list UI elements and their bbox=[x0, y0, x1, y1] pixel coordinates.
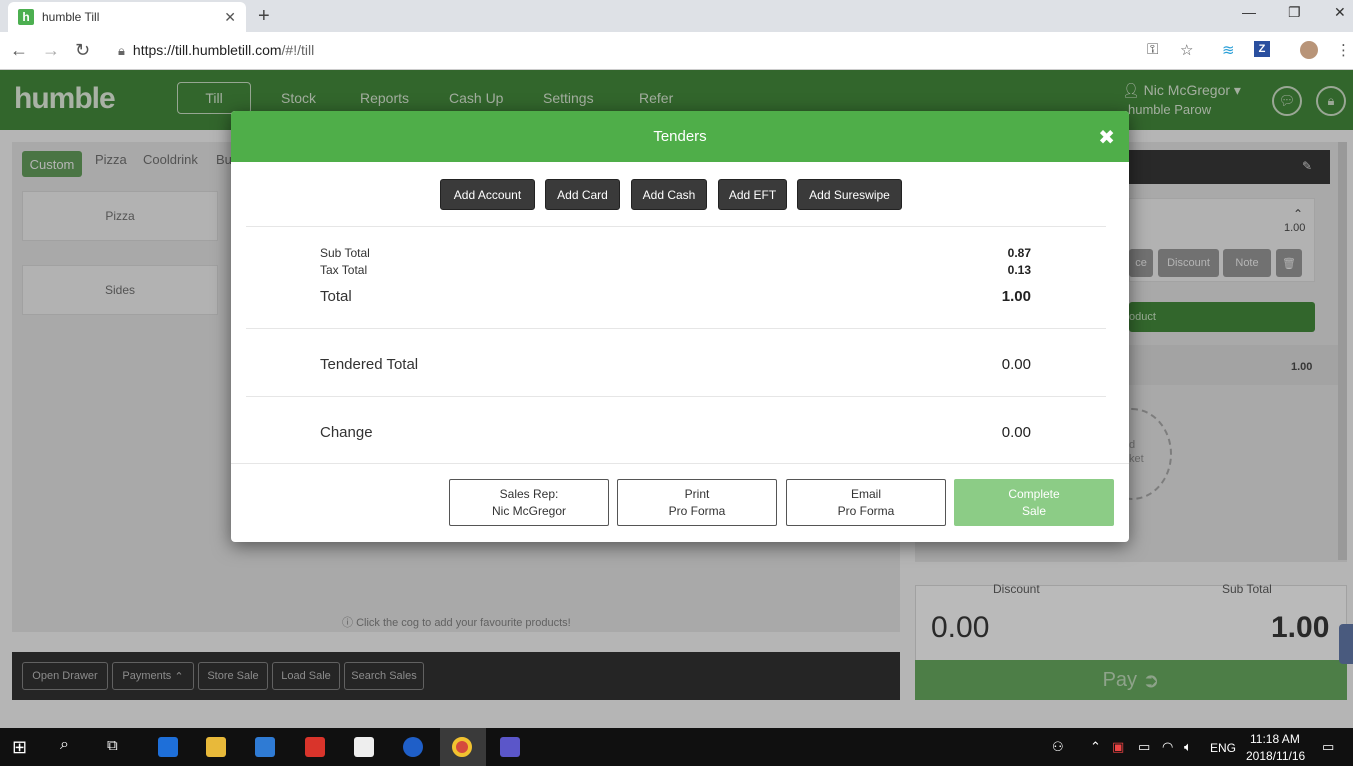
email-label: Email bbox=[850, 486, 881, 501]
search-icon[interactable]: ⌕ bbox=[60, 736, 69, 754]
divider bbox=[246, 226, 1106, 227]
change-label: Change bbox=[320, 424, 373, 441]
modal-close-icon[interactable]: ✖ bbox=[1098, 125, 1115, 150]
back-icon[interactable]: ← bbox=[10, 40, 28, 61]
volume-icon[interactable]: 🔈︎ bbox=[1184, 739, 1192, 755]
window-close-icon[interactable]: ✕ bbox=[1334, 4, 1346, 21]
add-card-button[interactable]: Add Card bbox=[545, 179, 620, 210]
windows-start-icon[interactable]: ⊞ bbox=[12, 737, 27, 758]
divider bbox=[246, 396, 1106, 397]
sub-total-label: Sub Total bbox=[320, 246, 370, 260]
url-host: https://till.humbletill.com bbox=[132, 42, 282, 58]
reader-icon[interactable] bbox=[305, 737, 325, 757]
address-bar: ← → ↻ 🔒︎ https://till.humbletill.com/#!/t… bbox=[0, 32, 1353, 70]
tendered-total-value: 0.00 bbox=[1001, 356, 1031, 373]
browser-tab-bar: h humble Till ✕ + — ❐ ✕ bbox=[0, 0, 1353, 32]
forward-icon[interactable]: → bbox=[42, 40, 60, 61]
print-label: Print bbox=[684, 486, 710, 501]
email-pro-forma-label: Pro Forma bbox=[837, 503, 895, 518]
battery-icon[interactable]: ▭ bbox=[1138, 739, 1150, 755]
edge-icon[interactable] bbox=[158, 737, 178, 757]
favicon-icon: h bbox=[18, 9, 34, 25]
people-icon[interactable]: ⚇ bbox=[1052, 739, 1064, 755]
footer-divider bbox=[231, 463, 1129, 464]
restore-icon[interactable]: ❐ bbox=[1288, 4, 1301, 21]
tab-title: humble Till bbox=[42, 10, 100, 24]
complete-label: Complete bbox=[1008, 486, 1060, 501]
profile-avatar-icon[interactable] bbox=[1300, 41, 1318, 59]
antivirus-icon[interactable]: ▣ bbox=[1112, 739, 1124, 755]
minimize-icon[interactable]: — bbox=[1242, 4, 1256, 20]
file-explorer-icon[interactable] bbox=[206, 737, 226, 757]
print-pro-forma-label: Pro Forma bbox=[668, 503, 726, 518]
tax-total-value: 0.13 bbox=[1007, 263, 1031, 277]
tenders-modal: Tenders ✖ Add Account Add Card Add Cash … bbox=[231, 111, 1129, 542]
change-value: 0.00 bbox=[1001, 424, 1031, 441]
modal-title: Tenders bbox=[653, 128, 707, 145]
reload-icon[interactable]: ↻ bbox=[75, 40, 90, 61]
lock-icon: 🔒︎ bbox=[118, 43, 125, 58]
new-tab-icon[interactable]: + bbox=[258, 5, 270, 28]
total-value: 1.00 bbox=[1001, 288, 1031, 305]
print-pro-forma-button[interactable]: Print Pro Forma bbox=[617, 479, 777, 526]
zotero-extension-icon[interactable]: Z bbox=[1254, 41, 1270, 57]
add-sureswipe-button[interactable]: Add Sureswipe bbox=[797, 179, 902, 210]
add-account-button[interactable]: Add Account bbox=[440, 179, 535, 210]
email-pro-forma-button[interactable]: Email Pro Forma bbox=[786, 479, 946, 526]
sales-rep-label: Sales Rep: bbox=[499, 486, 559, 501]
mail-icon[interactable] bbox=[354, 737, 374, 757]
sub-total-value: 0.87 bbox=[1007, 246, 1031, 260]
tray-chevron-icon[interactable]: ⌃ bbox=[1090, 739, 1101, 755]
teamviewer-icon[interactable] bbox=[403, 737, 423, 757]
browser-tab[interactable]: h humble Till ✕ bbox=[8, 2, 246, 32]
notifications-icon[interactable]: ▭ bbox=[1322, 739, 1334, 755]
store-icon[interactable] bbox=[255, 737, 275, 757]
complete-sale-button[interactable]: Complete Sale bbox=[954, 479, 1114, 526]
menu-kebab-icon[interactable]: ⋮ bbox=[1336, 41, 1351, 59]
total-label: Total bbox=[320, 288, 352, 305]
add-cash-button[interactable]: Add Cash bbox=[631, 179, 707, 210]
key-icon[interactable]: ⚿ bbox=[1147, 41, 1158, 58]
tax-total-label: Tax Total bbox=[320, 263, 368, 277]
tab-close-icon[interactable]: ✕ bbox=[224, 9, 236, 26]
sales-rep-button[interactable]: Sales Rep: Nic McGregor bbox=[449, 479, 609, 526]
clock-time[interactable]: 11:18 AM bbox=[1250, 732, 1300, 746]
divider bbox=[246, 328, 1106, 329]
chrome-icon[interactable] bbox=[452, 737, 472, 757]
clock-date[interactable]: 2018/11/16 bbox=[1246, 749, 1305, 763]
star-icon[interactable]: ☆ bbox=[1180, 41, 1193, 59]
language-indicator[interactable]: ENG bbox=[1210, 741, 1236, 755]
wifi-icon[interactable]: ◠ bbox=[1162, 739, 1173, 755]
modal-header: Tenders bbox=[231, 111, 1129, 162]
sales-rep-name: Nic McGregor bbox=[491, 503, 566, 518]
url-field[interactable]: 🔒︎ https://till.humbletill.com/#!/till bbox=[118, 42, 314, 59]
extension-icon[interactable]: ≋ bbox=[1222, 41, 1235, 59]
url-path: /#!/till bbox=[281, 42, 315, 58]
app-icon[interactable] bbox=[500, 737, 520, 757]
task-view-icon[interactable]: ⧉ bbox=[107, 737, 118, 754]
add-eft-button[interactable]: Add EFT bbox=[718, 179, 787, 210]
tendered-total-label: Tendered Total bbox=[320, 356, 419, 373]
sale-label: Sale bbox=[1021, 503, 1047, 518]
